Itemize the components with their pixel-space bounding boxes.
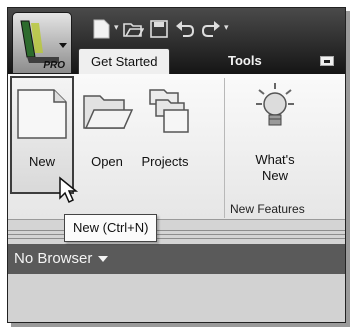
open-folder-icon [83,95,134,129]
application-window: PRO ▾ ▾ Get Started Tools New Open Proje… [7,7,346,323]
projects-button[interactable]: Projects [136,76,194,194]
open-folder-icon[interactable] [122,18,144,40]
tooltip: New (Ctrl+N) [64,214,158,242]
application-menu-button[interactable]: PRO [12,12,72,74]
new-button-label: New [28,154,55,169]
redo-icon[interactable] [200,18,222,40]
projects-button-label: Projects [141,154,189,169]
whats-new-button[interactable]: What's New [238,76,312,194]
browser-title: No Browser [14,250,93,267]
lightbulb-icon [256,83,294,126]
browser-pane [8,274,345,322]
tab-tools[interactable]: Tools [216,48,274,74]
open-button-label: Open [91,154,123,169]
panel-grip[interactable] [8,226,345,242]
customize-dropdown-icon[interactable]: ▾ [224,22,229,33]
projects-icon [149,89,189,133]
chevron-down-icon[interactable] [98,256,109,263]
tab-get-started[interactable]: Get Started [78,48,171,74]
chevron-down-icon[interactable]: ▾ [114,22,119,33]
new-document-icon [17,89,67,139]
open-button[interactable]: Open [78,76,136,194]
pro-badge: PRO [43,60,65,71]
save-icon[interactable] [148,18,170,40]
whats-new-button-label: What's New [255,152,295,183]
new-document-icon[interactable] [90,18,112,40]
title-bar: PRO ▾ ▾ Get Started Tools [8,8,345,74]
panel-label-new-features: New Features [230,202,305,216]
browser-header[interactable]: No Browser [8,244,345,274]
minimize-ribbon-icon[interactable] [320,56,334,66]
panel-divider [224,78,225,218]
undo-icon[interactable] [174,18,196,40]
mouse-pointer-icon [59,176,79,204]
